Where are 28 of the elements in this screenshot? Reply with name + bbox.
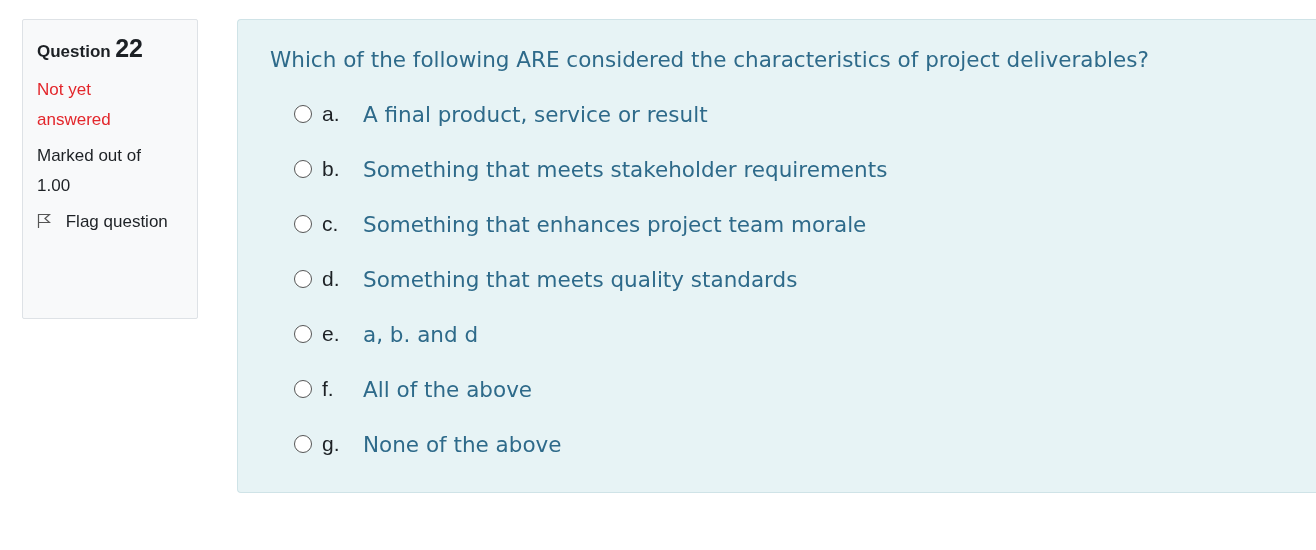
flag-question-link[interactable]: Flag question xyxy=(65,212,168,231)
question-number: 22 xyxy=(115,34,143,62)
option-text[interactable]: Something that meets stakeholder requirements xyxy=(363,156,888,182)
radio-button[interactable] xyxy=(294,105,312,123)
option-text[interactable]: Something that enhances project team morale xyxy=(363,211,867,237)
option-text[interactable]: Something that meets quality standards xyxy=(363,266,798,292)
option-text[interactable]: A final product, service or result xyxy=(363,101,708,127)
radio-button[interactable] xyxy=(294,435,312,453)
option-letter: f. xyxy=(322,377,335,401)
option-letter: b. xyxy=(322,157,341,181)
option-letter: d. xyxy=(322,267,341,291)
question-text: Which of the following ARE considered the characteristics of project deliverables? xyxy=(270,46,1150,74)
option-text[interactable]: All of the above xyxy=(363,376,533,402)
question-label: Question xyxy=(37,42,111,61)
option-text[interactable]: None of the above xyxy=(363,431,562,457)
radio-button[interactable] xyxy=(294,270,312,288)
radio-button[interactable] xyxy=(294,215,312,233)
option-letter: g. xyxy=(322,432,341,456)
option-text[interactable]: a, b. and d xyxy=(363,321,479,347)
radio-button[interactable] xyxy=(294,325,312,343)
radio-button[interactable] xyxy=(294,160,312,178)
option-letter: e. xyxy=(322,322,341,346)
radio-button[interactable] xyxy=(294,380,312,398)
answer-state: Not yet answered xyxy=(37,79,112,131)
option-letter: a. xyxy=(322,102,341,126)
flag-icon[interactable] xyxy=(37,213,51,229)
option-letter: c. xyxy=(322,212,340,236)
marks-text: Marked out of 1.00 xyxy=(37,145,142,197)
